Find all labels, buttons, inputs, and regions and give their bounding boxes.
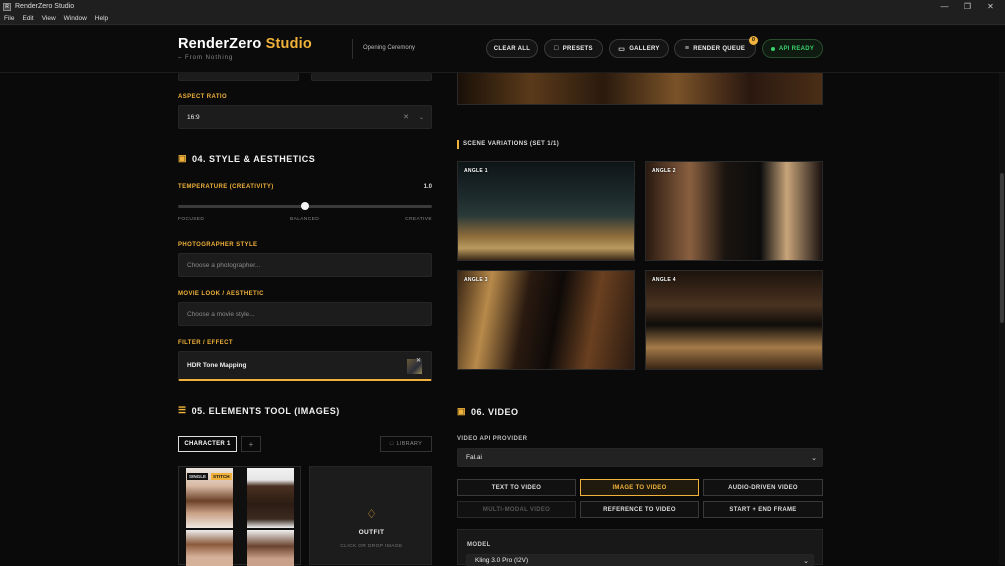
render-queue-badge: 0 xyxy=(749,36,758,45)
single-tag[interactable]: SINGLE xyxy=(187,473,209,480)
list-icon: ≡ xyxy=(684,45,690,52)
video-provider-label: VIDEO API PROVIDER xyxy=(457,436,528,442)
cropped-field-left[interactable] xyxy=(178,73,299,81)
start-end-frame-button[interactable]: START + END FRAME xyxy=(703,501,823,518)
accent-bar xyxy=(457,140,459,149)
close-icon[interactable]: ✕ xyxy=(979,0,1002,13)
section-elements-tool: ☰ 05. ELEMENTS TOOL (IMAGES) xyxy=(178,405,340,416)
api-ready-status[interactable]: API READY xyxy=(762,39,823,58)
main-scene-image[interactable] xyxy=(457,73,823,105)
chevron-down-icon: ⌄ xyxy=(803,557,809,565)
restore-icon[interactable]: ❐ xyxy=(956,0,979,13)
gallery-button[interactable]: ▭ GALLERY xyxy=(609,39,669,58)
outfit-title: OUTFIT xyxy=(358,529,385,536)
menu-view[interactable]: View xyxy=(38,15,60,22)
page-scrollbar[interactable] xyxy=(999,73,1005,565)
clear-all-button[interactable]: CLEAR ALL xyxy=(486,39,538,58)
image-to-video-button[interactable]: IMAGE TO VIDEO xyxy=(580,479,699,496)
folder-icon: ▭ xyxy=(618,45,626,53)
bookmark-icon: □ xyxy=(389,441,394,447)
project-name: Opening Ceremony xyxy=(363,45,416,51)
character-image-grid[interactable]: SINGLE STITCH xyxy=(178,466,301,566)
video-provider-value: Fal.ai xyxy=(466,454,482,461)
logo-main: RenderZero xyxy=(178,36,262,52)
add-character-button[interactable]: + xyxy=(241,436,261,452)
temperature-slider-thumb[interactable] xyxy=(301,202,309,210)
angle-1-thumbnail[interactable]: ANGLE 1 xyxy=(457,161,635,261)
angle-3-thumbnail[interactable]: ANGLE 3 xyxy=(457,270,635,370)
aspect-ratio-select[interactable]: 16:9 ✕ ⌄ xyxy=(178,105,432,129)
character-profile[interactable] xyxy=(247,530,294,566)
section-video: ▣ 06. VIDEO xyxy=(457,406,519,417)
photographer-label: PHOTOGRAPHER STYLE xyxy=(178,242,258,248)
outfit-hint: CLICK OR DROP IMAGE xyxy=(340,544,403,549)
model-panel: MODEL Kling 3.0 Pro (I2V) ⌄ xyxy=(457,529,823,566)
menu-edit[interactable]: Edit xyxy=(18,15,37,22)
chevron-down-icon: ⌄ xyxy=(811,454,817,462)
window-title: RenderZero Studio xyxy=(15,3,75,10)
video-camera-icon: ▣ xyxy=(457,406,467,416)
model-label: MODEL xyxy=(467,542,491,548)
movie-look-input[interactable]: Choose a movie style... xyxy=(178,302,432,326)
app-icon: R xyxy=(3,2,11,11)
model-select[interactable]: Kling 3.0 Pro (I2V) ⌄ xyxy=(466,554,814,566)
filter-value: HDR Tone Mapping xyxy=(187,362,247,369)
app-header: RenderZero Studio – From Nothing Opening… xyxy=(0,25,1005,73)
angle-4-thumbnail[interactable]: ANGLE 4 xyxy=(645,270,823,370)
slider-max-label: CREATIVE xyxy=(405,217,432,222)
clear-icon[interactable]: ✕ xyxy=(403,113,409,121)
stitch-tag[interactable]: STITCH xyxy=(211,473,232,480)
video-provider-select[interactable]: Fal.ai ⌄ xyxy=(457,448,823,467)
reference-to-video-button[interactable]: REFERENCE TO VIDEO xyxy=(580,501,699,518)
outfit-dropzone[interactable]: ♢ OUTFIT CLICK OR DROP IMAGE xyxy=(309,466,432,565)
presets-button[interactable]: □ PRESETS xyxy=(544,39,603,58)
logo: RenderZero Studio xyxy=(178,36,312,52)
remove-filter-icon[interactable]: ✕ xyxy=(416,357,421,364)
audio-driven-video-button[interactable]: AUDIO-DRIVEN VIDEO xyxy=(703,479,823,496)
movie-look-label: MOVIE LOOK / AESTHETIC xyxy=(178,291,264,297)
filter-select[interactable]: HDR Tone Mapping ✕ xyxy=(178,351,432,381)
character-face-side[interactable] xyxy=(186,530,233,566)
character-1-tab[interactable]: CHARACTER 1 xyxy=(178,436,237,452)
render-queue-button[interactable]: ≡ RENDER QUEUE 0 xyxy=(674,36,758,58)
temperature-label: TEMPERATURE (CREATIVITY) xyxy=(178,184,274,190)
video-camera-icon: ▣ xyxy=(178,153,188,163)
window-titlebar: R RenderZero Studio — ❐ ✕ xyxy=(0,0,1005,13)
layers-icon: ☰ xyxy=(178,405,187,415)
library-button[interactable]: □ LIBRARY xyxy=(380,436,432,452)
photographer-input[interactable]: Choose a photographer... xyxy=(178,253,432,277)
aspect-ratio-label: ASPECT RATIO xyxy=(178,94,228,100)
text-to-video-button[interactable]: TEXT TO VIDEO xyxy=(457,479,576,496)
section-style-aesthetics: ▣ 04. STYLE & AESTHETICS xyxy=(178,153,316,164)
slider-mid-label: BALANCED xyxy=(290,217,320,222)
menu-file[interactable]: File xyxy=(0,15,18,22)
character-full-body[interactable] xyxy=(247,468,294,528)
tagline: – From Nothing xyxy=(178,55,234,61)
cropped-field-right[interactable] xyxy=(311,73,432,81)
scene-variations-title: SCENE VARIATIONS (SET 1/1) xyxy=(463,141,560,147)
logo-accent: Studio xyxy=(265,36,312,52)
menu-bar: File Edit View Window Help xyxy=(0,13,1005,25)
menu-help[interactable]: Help xyxy=(91,15,112,22)
scrollbar-thumb[interactable] xyxy=(1000,173,1004,323)
filter-label: FILTER / EFFECT xyxy=(178,340,233,346)
multi-modal-video-button[interactable]: MULTI-MODAL VIDEO xyxy=(457,501,576,518)
aspect-ratio-value: 16:9 xyxy=(187,113,200,121)
shirt-icon: ♢ xyxy=(366,507,377,521)
status-dot-icon xyxy=(770,46,775,51)
minimize-icon[interactable]: — xyxy=(933,0,956,13)
angle-2-thumbnail[interactable]: ANGLE 2 xyxy=(645,161,823,261)
temperature-value: 1.0 xyxy=(423,184,432,190)
header-divider xyxy=(352,39,353,59)
model-value: Kling 3.0 Pro (I2V) xyxy=(475,557,529,564)
chevron-down-icon: ⌄ xyxy=(418,114,424,121)
slider-min-label: FOCUSED xyxy=(178,217,205,222)
menu-window[interactable]: Window xyxy=(60,15,91,22)
bookmark-icon: □ xyxy=(554,45,559,52)
